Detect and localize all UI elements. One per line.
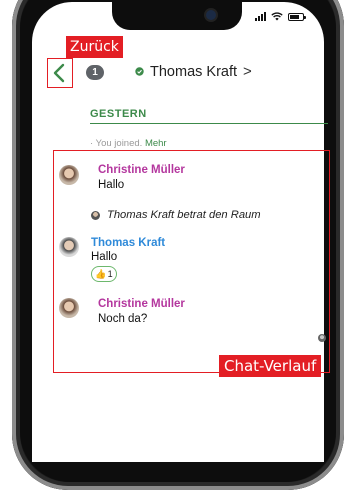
online-shield-icon	[134, 67, 144, 77]
joined-notice: · You joined. Mehr	[90, 138, 167, 149]
avatar	[91, 210, 100, 220]
system-event: Thomas Kraft betrat den Raum	[91, 209, 261, 221]
message-author[interactable]: Christine Müller	[98, 164, 185, 176]
avatar[interactable]	[59, 237, 79, 257]
chevron-right-icon: >	[243, 63, 252, 80]
avatar[interactable]	[59, 298, 79, 318]
system-event-text: Thomas Kraft betrat den Raum	[107, 209, 261, 221]
day-separator-label: GESTERN	[90, 108, 147, 120]
bottom-fade	[32, 392, 324, 462]
joined-text: · You joined.	[90, 138, 143, 149]
day-separator-line	[90, 123, 328, 124]
room-title-label: Thomas Kraft	[150, 63, 238, 80]
room-title[interactable]: Thomas Kraft >	[134, 63, 252, 80]
message-text: Noch da?	[98, 313, 148, 325]
message-author[interactable]: Christine Müller	[98, 298, 185, 310]
message-text: Hallo	[91, 251, 118, 263]
camera-icon	[206, 10, 216, 20]
thumbs-up-icon: 👍	[95, 268, 107, 279]
signal-icon	[255, 12, 266, 21]
back-highlight-box	[47, 58, 73, 88]
callout-chat-history: Chat-Verlauf	[219, 355, 322, 377]
battery-icon	[288, 12, 306, 21]
wifi-icon	[271, 12, 283, 21]
callout-back: Zurück	[66, 36, 123, 58]
avatar[interactable]	[59, 165, 79, 185]
reaction-chip[interactable]: 👍 1	[91, 266, 117, 282]
unread-badge: 1	[86, 65, 104, 80]
message-text: Hallo	[98, 179, 125, 191]
reaction-count: 1	[107, 269, 113, 279]
message-author[interactable]: Thomas Kraft	[91, 237, 165, 249]
more-link[interactable]: Mehr	[145, 138, 167, 149]
read-receipt-avatar	[318, 334, 326, 342]
notch	[112, 2, 242, 30]
status-bar	[255, 12, 306, 21]
